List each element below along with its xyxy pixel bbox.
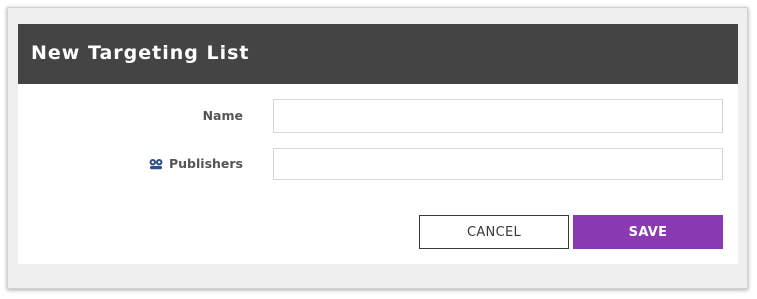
publishers-icon <box>149 158 163 170</box>
dialog-header: New Targeting List <box>18 24 738 84</box>
name-label: Name <box>203 108 243 124</box>
publishers-label-text: Publishers <box>169 156 243 171</box>
name-input[interactable] <box>273 99 723 133</box>
publishers-label: Publishers <box>149 156 243 172</box>
dialog-title: New Targeting List <box>31 42 250 64</box>
save-button[interactable]: SAVE <box>573 215 723 249</box>
publishers-input[interactable] <box>273 148 723 180</box>
new-targeting-list-dialog: New Targeting List Name Publishers CANCE… <box>18 24 738 264</box>
cancel-button[interactable]: CANCEL <box>419 215 569 249</box>
name-label-text: Name <box>202 108 243 123</box>
